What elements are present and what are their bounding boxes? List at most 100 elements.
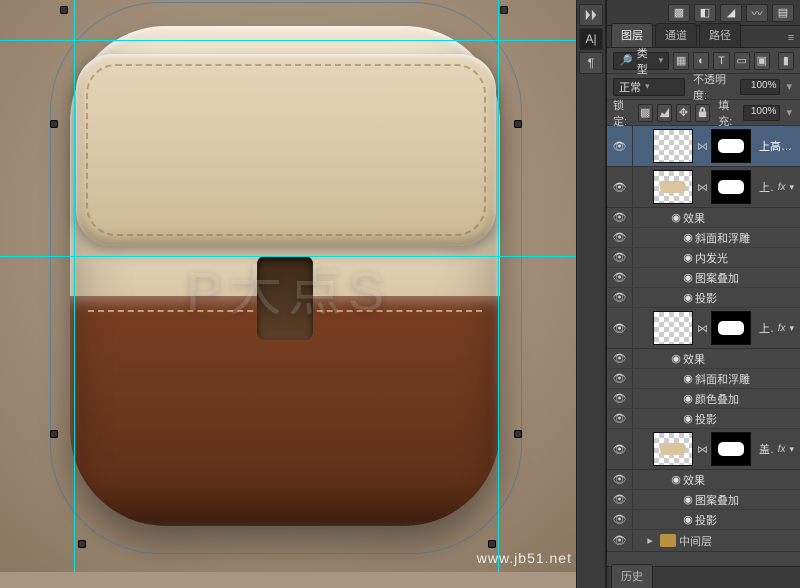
layer-mask-thumbnail[interactable] [711, 432, 751, 466]
mask-link-icon[interactable]: ⋈ [697, 322, 707, 335]
anchor-handle[interactable] [514, 120, 522, 128]
visibility-toggle-icon[interactable]: 👁 [612, 138, 628, 154]
layer-thumbnail[interactable] [653, 432, 693, 466]
anchor-handle[interactable] [500, 6, 508, 14]
filter-adjust-icon[interactable]: ◐ [693, 52, 709, 70]
layer-thumbnail[interactable] [653, 129, 693, 163]
guide-vertical[interactable] [74, 0, 75, 572]
blend-mode-select[interactable]: 正常 ▾ [613, 78, 685, 96]
panel-icon-paragraph[interactable]: ¶ [579, 52, 603, 74]
chevron-down-icon[interactable]: ▾ [784, 106, 794, 119]
fx-header-row[interactable]: 👁 ◉ 效果 [607, 349, 800, 369]
visibility-toggle-icon[interactable]: 👁 [613, 412, 627, 425]
anchor-handle[interactable] [488, 540, 496, 548]
document-canvas[interactable]: P大点S [0, 0, 576, 572]
adjustment-icon[interactable]: ◧ [694, 4, 716, 22]
mask-link-icon[interactable]: ⋈ [697, 181, 707, 194]
chevron-down-icon[interactable]: ▾ [784, 80, 794, 93]
adjustment-icon[interactable]: ▩ [668, 4, 690, 22]
visibility-toggle-icon[interactable]: 👁 [613, 231, 627, 244]
fx-item-row[interactable]: 👁 ◉ 投影 [607, 288, 800, 308]
layer-name[interactable]: 盖【P大点S】 [755, 441, 774, 457]
lock-pixels-icon[interactable] [657, 104, 672, 122]
visibility-toggle-icon[interactable]: 👁 [613, 211, 627, 224]
visibility-toggle-icon[interactable]: 👁 [613, 534, 627, 547]
filter-pixel-icon[interactable]: ▦ [673, 52, 689, 70]
filter-text-icon[interactable]: T [713, 52, 729, 70]
visibility-toggle-icon[interactable]: 👁 [612, 179, 628, 195]
visibility-toggle-icon[interactable]: 👁 [613, 291, 627, 304]
panel-icon-text[interactable]: A| [579, 28, 603, 50]
layer-row[interactable]: 👁 ⋈ 盖【P大点S】 fx ▾ [607, 429, 800, 470]
fx-badge[interactable]: fx [774, 444, 790, 455]
group-name[interactable]: 中间层 [679, 533, 712, 549]
adjustment-icon[interactable]: ◢ [720, 4, 742, 22]
layer-thumbnail[interactable] [653, 311, 693, 345]
layer-row[interactable]: 👁 ⋈ 上【P大点S】 fx ▾ [607, 167, 800, 208]
filter-shape-icon[interactable]: ▭ [734, 52, 750, 70]
opacity-value-input[interactable]: 100% [740, 79, 781, 95]
visibility-toggle-icon[interactable]: 👁 [612, 441, 628, 457]
layer-mask-thumbnail[interactable] [711, 129, 751, 163]
anchor-handle[interactable] [78, 540, 86, 548]
layer-name[interactable]: 上高光【P大点S】 [755, 138, 800, 154]
layer-name[interactable]: 上【P大点S】 [755, 179, 774, 195]
fill-value-input[interactable]: 100% [743, 105, 781, 121]
filter-smart-icon[interactable]: ▣ [754, 52, 770, 70]
visibility-toggle-icon[interactable]: 👁 [613, 251, 627, 264]
layer-row[interactable]: 👁 ⋈ 上高光【P大点S】 [607, 126, 800, 167]
layer-name[interactable]: 上虚线【P大点... [755, 320, 774, 336]
layer-group-row[interactable]: 👁 ▸ 中间层 [607, 530, 800, 552]
fx-item-row[interactable]: 👁 ◉ 图案叠加 [607, 490, 800, 510]
panel-icon-button[interactable] [579, 4, 603, 26]
filter-toggle-switch[interactable]: ▮ [778, 52, 794, 70]
fx-item-row[interactable]: 👁 ◉ 投影 [607, 409, 800, 429]
fx-item-row[interactable]: 👁 ◉ 图案叠加 [607, 268, 800, 288]
guide-vertical[interactable] [498, 0, 499, 572]
fx-header-row[interactable]: 👁 ◉ 效果 [607, 208, 800, 228]
visibility-toggle-icon[interactable]: 👁 [613, 372, 627, 385]
visibility-toggle-icon[interactable]: 👁 [612, 320, 628, 336]
lock-transparency-icon[interactable]: ▩ [638, 104, 653, 122]
fx-collapse-icon[interactable]: ▾ [789, 182, 800, 193]
tab-history[interactable]: 历史 [611, 564, 653, 588]
tab-channels[interactable]: 通道 [655, 23, 697, 47]
adjustment-icon[interactable]: 〰 [746, 4, 768, 22]
adjustment-icon[interactable]: ▤ [772, 4, 794, 22]
fx-item-row[interactable]: 👁 ◉ 颜色叠加 [607, 389, 800, 409]
visibility-toggle-icon[interactable]: 👁 [613, 513, 627, 526]
layers-tree[interactable]: 👁 ⋈ 上高光【P大点S】 👁 ⋈ 上【P大点S】 fx ▾ 👁 ◉ 效果 👁 … [607, 126, 800, 566]
fx-item-row[interactable]: 👁 ◉ 内发光 [607, 248, 800, 268]
group-expand-arrow-icon[interactable]: ▸ [643, 534, 657, 547]
layer-mask-thumbnail[interactable] [711, 170, 751, 204]
fx-badge[interactable]: fx [774, 182, 790, 193]
anchor-handle[interactable] [50, 430, 58, 438]
layer-row[interactable]: 👁 ⋈ 上虚线【P大点... fx ▾ [607, 308, 800, 349]
anchor-handle[interactable] [50, 120, 58, 128]
filter-kind-select[interactable]: 🔎 类型 ▾ [613, 52, 669, 70]
visibility-toggle-icon[interactable]: 👁 [613, 271, 627, 284]
fx-badge[interactable]: fx [774, 323, 790, 334]
guide-horizontal[interactable] [0, 256, 576, 257]
visibility-toggle-icon[interactable]: 👁 [613, 493, 627, 506]
mask-link-icon[interactable]: ⋈ [697, 140, 707, 153]
fx-collapse-icon[interactable]: ▾ [789, 444, 800, 455]
fx-collapse-icon[interactable]: ▾ [789, 323, 800, 334]
visibility-toggle-icon[interactable]: 👁 [613, 392, 627, 405]
fx-item-row[interactable]: 👁 ◉ 斜面和浮雕 [607, 369, 800, 389]
tab-paths[interactable]: 路径 [699, 23, 741, 47]
lock-position-icon[interactable]: ✥ [676, 104, 691, 122]
anchor-handle[interactable] [514, 430, 522, 438]
anchor-handle[interactable] [60, 6, 68, 14]
fx-item-row[interactable]: 👁 ◉ 投影 [607, 510, 800, 530]
fx-item-row[interactable]: 👁 ◉ 斜面和浮雕 [607, 228, 800, 248]
layer-mask-thumbnail[interactable] [711, 311, 751, 345]
fx-header-row[interactable]: 👁 ◉ 效果 [607, 470, 800, 490]
visibility-toggle-icon[interactable]: 👁 [613, 473, 627, 486]
mask-link-icon[interactable]: ⋈ [697, 443, 707, 456]
guide-horizontal[interactable] [0, 40, 576, 41]
layer-thumbnail[interactable] [653, 170, 693, 204]
visibility-toggle-icon[interactable]: 👁 [613, 352, 627, 365]
panel-flyout-menu[interactable]: ≡ [782, 29, 800, 47]
tab-layers[interactable]: 图层 [611, 23, 653, 47]
